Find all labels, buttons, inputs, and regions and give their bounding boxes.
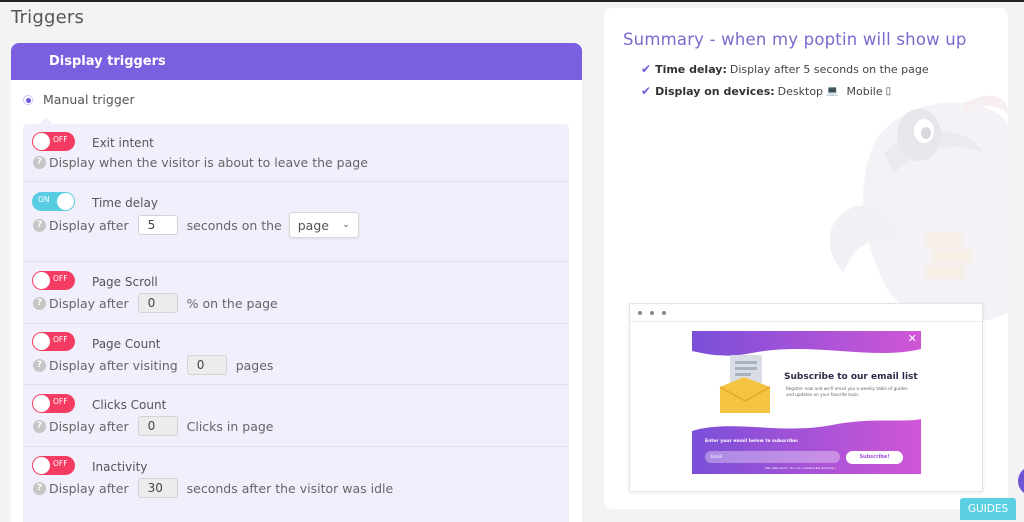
- trigger-description: ? Display after visiting 0 pages: [33, 355, 273, 375]
- popup-title: Subscribe to our email list: [784, 372, 918, 382]
- window-dot: [662, 311, 666, 315]
- help-icon[interactable]: ?: [33, 419, 46, 433]
- description-text: Display after: [49, 217, 129, 233]
- trigger-name: Inactivity: [92, 460, 148, 474]
- trigger-description: ? Display after 0 Clicks in page: [33, 416, 273, 436]
- clicks-count-toggle[interactable]: OFF: [32, 394, 75, 413]
- page-count-input[interactable]: 0: [186, 355, 227, 375]
- trigger-description: ? Display after 0 % on the page: [33, 293, 278, 313]
- help-icon[interactable]: ?: [33, 358, 46, 372]
- trigger-time-delay: ON Time delay ? Display after 5 seconds …: [23, 182, 569, 262]
- inactivity-toggle[interactable]: OFF: [32, 456, 75, 475]
- close-icon[interactable]: ✕: [908, 332, 917, 345]
- toggle-state-label: OFF: [53, 135, 68, 144]
- toggle-knob: [33, 457, 50, 474]
- popup-email-input[interactable]: Email: [705, 451, 840, 463]
- manual-trigger-option[interactable]: Manual trigger: [23, 92, 135, 107]
- chat-bubble-icon[interactable]: [1018, 466, 1024, 496]
- popup-preview: ✕ Subscribe to our email list Register n…: [692, 331, 921, 474]
- panel-pointer: [39, 117, 53, 124]
- description-text: Display after: [49, 295, 129, 311]
- card-header: Display triggers: [11, 43, 582, 80]
- trigger-description: ? Display when the visitor is about to l…: [33, 155, 368, 170]
- trigger-name: Page Scroll: [92, 275, 158, 289]
- display-triggers-card: Display triggers Manual trigger OFF Exit…: [11, 43, 582, 522]
- preview-window-bar: [630, 304, 982, 322]
- trigger-exit-intent: OFF Exit intent ? Display when the visit…: [23, 124, 569, 182]
- page-count-toggle[interactable]: OFF: [32, 332, 75, 351]
- page-scroll-percent-input[interactable]: 0: [137, 293, 178, 313]
- help-icon[interactable]: ?: [33, 218, 46, 232]
- top-border: [0, 0, 1024, 2]
- check-icon: ✔: [641, 84, 652, 98]
- summary-label: Time delay:: [655, 62, 727, 76]
- help-icon[interactable]: ?: [33, 156, 46, 169]
- description-text: Display after: [49, 418, 129, 434]
- exit-intent-toggle[interactable]: OFF: [32, 132, 75, 151]
- trigger-name: Time delay: [92, 196, 158, 210]
- time-delay-unit-select[interactable]: page ⌄: [288, 212, 359, 238]
- page-title: Triggers: [11, 7, 85, 28]
- popup-subscribe-button[interactable]: Subscribe!: [846, 451, 903, 464]
- popup-subtitle: Register now and we'll email you a weekl…: [786, 386, 908, 397]
- popup-note: (We hate spam. You can unsubscribe anyti…: [765, 466, 836, 470]
- trigger-inactivity: OFF Inactivity ? Display after 30 second…: [23, 447, 569, 522]
- summary-label: Display on devices:: [655, 84, 775, 98]
- summary-title: Summary - when my poptin will show up: [623, 30, 967, 49]
- clicks-count-input[interactable]: 0: [137, 416, 178, 436]
- trigger-description: ? Display after 30 seconds after the vis…: [33, 478, 393, 498]
- toggle-knob: [33, 272, 50, 289]
- guides-button[interactable]: GUIDES: [960, 498, 1016, 520]
- description-text: Display after: [49, 480, 129, 496]
- trigger-page-count: OFF Page Count ? Display after visiting …: [23, 324, 569, 385]
- window-dot: [638, 311, 642, 315]
- description-text-after: pages: [235, 357, 274, 373]
- toggle-state-label: OFF: [53, 335, 68, 344]
- summary-value: Display after 5 seconds on the page: [729, 62, 929, 76]
- description-text-after: % on the page: [186, 295, 278, 311]
- check-icon: ✔: [641, 62, 652, 76]
- popup-input-label: Enter your email below to subscribe:: [705, 439, 799, 444]
- description-text-after: seconds on the: [186, 217, 282, 233]
- description-text-after: Clicks in page: [186, 418, 274, 434]
- summary-time-delay: ✔ Time delay: Display after 5 seconds on…: [641, 62, 929, 76]
- toggle-knob: [33, 333, 50, 350]
- chevron-down-icon: ⌄: [342, 220, 350, 230]
- toggle-state-label: OFF: [53, 397, 68, 406]
- trigger-name: Clicks Count: [92, 398, 167, 412]
- description-text-after: seconds after the visitor was idle: [186, 480, 394, 496]
- toggle-state-label: OFF: [53, 274, 68, 283]
- toggle-state-label: OFF: [53, 459, 68, 468]
- toggle-state-label: ON: [38, 195, 50, 204]
- select-value: page: [297, 217, 329, 233]
- description-text: Display when the visitor is about to lea…: [49, 155, 368, 170]
- help-icon[interactable]: ?: [33, 296, 46, 310]
- radio-button[interactable]: [23, 94, 33, 105]
- page-scroll-toggle[interactable]: OFF: [32, 271, 75, 290]
- triggers-panel: OFF Exit intent ? Display when the visit…: [23, 124, 569, 522]
- help-icon[interactable]: ?: [33, 481, 46, 495]
- toggle-knob: [33, 133, 50, 150]
- toggle-knob: [57, 193, 74, 210]
- trigger-description: ? Display after 5 seconds on the page ⌄: [33, 212, 359, 238]
- trigger-clicks-count: OFF Clicks Count ? Display after 0 Click…: [23, 385, 569, 447]
- summary-card: Summary - when my poptin will show up ✔ …: [604, 8, 1008, 509]
- description-text: Display after visiting: [49, 357, 178, 373]
- toggle-knob: [33, 395, 50, 412]
- trigger-name: Exit intent: [92, 136, 154, 150]
- popup-preview-window: ✕ Subscribe to our email list Register n…: [629, 303, 983, 492]
- time-delay-seconds-input[interactable]: 5: [137, 215, 178, 235]
- manual-trigger-label: Manual trigger: [43, 92, 135, 107]
- window-dot: [650, 311, 654, 315]
- trigger-name: Page Count: [92, 337, 161, 351]
- inactivity-seconds-input[interactable]: 30: [137, 478, 178, 498]
- time-delay-toggle[interactable]: ON: [32, 192, 75, 211]
- trigger-page-scroll: OFF Page Scroll ? Display after 0 % on t…: [23, 262, 569, 324]
